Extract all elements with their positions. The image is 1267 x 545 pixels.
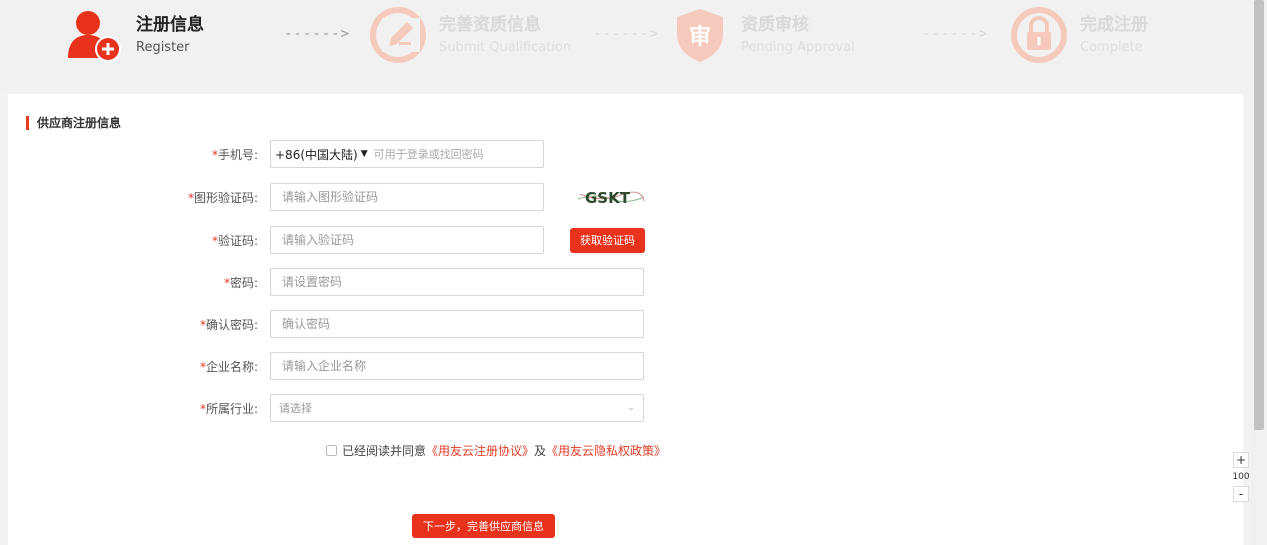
step-pending-approval: 审 资质审核 Pending Approval: [671, 0, 855, 70]
edit-icon: [370, 7, 426, 63]
sms-code-input[interactable]: [270, 226, 544, 254]
step-submit-qualification: 完善资质信息 Submit Qualification: [369, 0, 571, 70]
phone-label: 手机号:: [217, 147, 258, 162]
registration-form-panel: 供应商注册信息 *手机号: +86(中国大陆) ▼ *图形验证码: GSKT *…: [8, 94, 1243, 545]
confirm-password-input[interactable]: [270, 310, 644, 338]
step-arrow: ------>: [922, 26, 989, 42]
agreement-checkbox[interactable]: [326, 445, 337, 456]
lock-icon: [1011, 7, 1067, 63]
svg-text:审: 审: [689, 24, 711, 50]
step-title: 完善资质信息: [439, 14, 541, 35]
phone-field: +86(中国大陆) ▼: [270, 140, 544, 168]
scrollbar-thumb[interactable]: [1254, 0, 1264, 430]
privacy-policy-link[interactable]: 《用友云隐私权政策》: [546, 442, 666, 459]
step-complete: 完成注册 Complete: [1010, 0, 1148, 70]
confirm-password-row: *确认密码:: [8, 309, 644, 339]
sms-code-row: *验证码: 获取验证码: [8, 225, 645, 255]
captcha-label: 图形验证码:: [193, 190, 258, 205]
country-code-select[interactable]: +86(中国大陆) ▼: [271, 146, 372, 163]
sms-code-label: 验证码:: [217, 233, 258, 248]
step-subtitle: Complete: [1080, 39, 1143, 55]
industry-select[interactable]: 请选择 ⌄: [270, 394, 644, 422]
captcha-row: *图形验证码: GSKT: [8, 182, 646, 212]
captcha-input[interactable]: [270, 183, 544, 211]
password-row: *密码:: [8, 267, 644, 297]
industry-select-value: 请选择: [279, 402, 312, 415]
password-label: 密码:: [229, 275, 258, 290]
step-register: 注册信息 Register: [66, 0, 204, 70]
zoom-in-button[interactable]: +: [1233, 452, 1249, 468]
agreement-row: 已经阅读并同意 《用友云注册协议》 及 《用友云隐私权政策》: [326, 442, 666, 459]
next-step-button[interactable]: 下一步，完善供应商信息: [412, 514, 555, 538]
get-code-button[interactable]: 获取验证码: [570, 227, 645, 253]
country-code-value: +86(中国大陆): [275, 147, 358, 162]
step-title: 完成注册: [1080, 14, 1148, 35]
step-subtitle: Submit Qualification: [439, 39, 572, 55]
company-name-label: 企业名称:: [205, 359, 258, 374]
company-name-row: *企业名称:: [8, 351, 644, 381]
step-title: 资质审核: [741, 14, 809, 35]
password-input[interactable]: [270, 268, 644, 296]
phone-row: *手机号: +86(中国大陆) ▼: [8, 139, 544, 169]
page-scrollbar[interactable]: [1251, 0, 1267, 545]
register-agreement-link[interactable]: 《用友云注册协议》: [426, 442, 534, 459]
industry-label: 所属行业:: [205, 401, 258, 416]
agreement-and: 及: [534, 444, 547, 458]
agreement-text: 已经阅读并同意: [342, 444, 427, 458]
confirm-password-label: 确认密码:: [205, 317, 258, 332]
registration-steps: 注册信息 Register ------> 完善资质信息 Submit Qual…: [0, 0, 1250, 92]
step-subtitle: Pending Approval: [741, 39, 855, 55]
shield-review-icon: 审: [677, 9, 723, 62]
zoom-control: + 100 -: [1232, 452, 1250, 502]
step-arrow: ------>: [284, 26, 351, 42]
zoom-level: 100: [1232, 472, 1250, 482]
zoom-out-button[interactable]: -: [1233, 486, 1249, 502]
company-name-input[interactable]: [270, 352, 644, 380]
user-plus-icon: [68, 11, 121, 62]
chevron-down-icon: ▼: [360, 149, 368, 159]
section-title: 供应商注册信息: [26, 116, 121, 130]
industry-row: *所属行业: 请选择 ⌄: [8, 393, 644, 423]
phone-input[interactable]: [371, 142, 543, 166]
chevron-down-icon: ⌄: [627, 403, 635, 413]
step-title: 注册信息: [136, 14, 204, 35]
step-arrow: ------>: [593, 26, 660, 42]
step-subtitle: Register: [136, 39, 190, 55]
captcha-image[interactable]: GSKT: [576, 185, 646, 209]
captcha-text: GSKT: [585, 189, 631, 207]
